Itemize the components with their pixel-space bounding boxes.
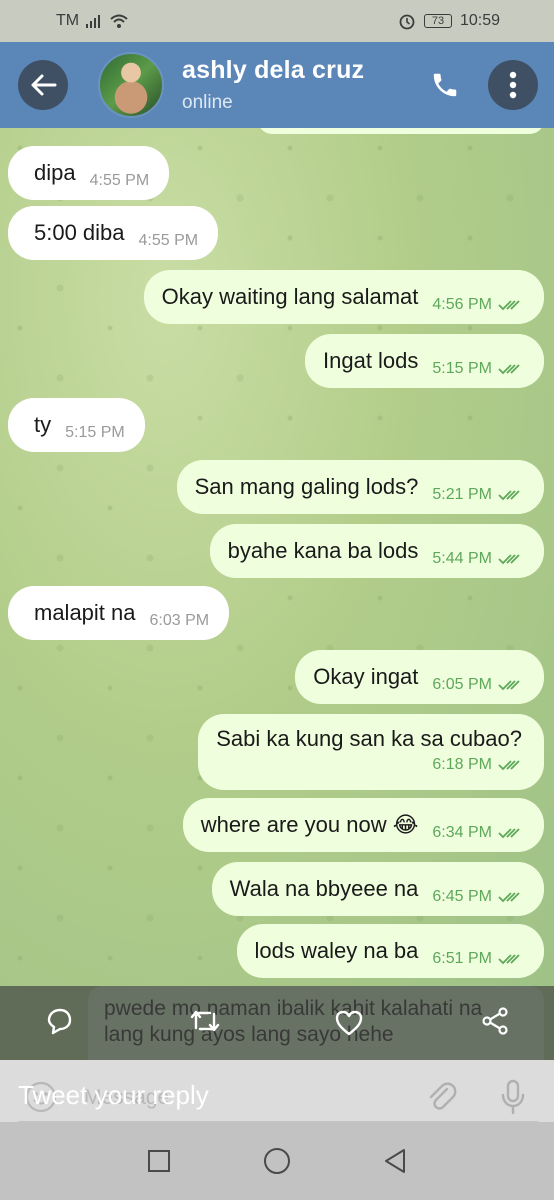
back-button[interactable] xyxy=(18,60,68,110)
more-vertical-icon xyxy=(509,71,517,99)
message-time: 5:44 PM xyxy=(432,550,492,567)
alarm-icon xyxy=(399,14,415,30)
message-list[interactable]: dipa 4:55 PM 5:00 diba 4:55 PM Okay wait… xyxy=(0,128,554,986)
contact-avatar[interactable] xyxy=(98,52,164,118)
message-text: malapit na xyxy=(34,600,136,625)
chat-header: ashly dela cruz online xyxy=(0,42,554,128)
status-left: TM xyxy=(56,12,129,30)
message-time: 5:15 PM xyxy=(65,424,125,441)
signal-icon xyxy=(86,15,101,28)
share-icon xyxy=(482,1007,508,1035)
message-text: Okay waiting lang salamat xyxy=(161,284,419,309)
square-icon xyxy=(148,1150,170,1172)
microphone-icon xyxy=(501,1079,525,1115)
double-check-icon xyxy=(498,490,520,501)
message-text: Ingat lods xyxy=(323,348,419,373)
message-bubble-outgoing[interactable]: Okay ingat 6:05 PM xyxy=(295,650,544,704)
message-time: 6:05 PM xyxy=(432,676,492,693)
status-right: 73 10:59 xyxy=(398,12,500,30)
message-time: 5:21 PM xyxy=(432,486,492,503)
message-time: 4:56 PM xyxy=(432,296,492,313)
message-text: where are you now 😂 xyxy=(200,812,419,837)
message-bubble-incoming[interactable]: malapit na 6:03 PM xyxy=(8,586,230,640)
triangle-back-icon xyxy=(385,1149,405,1173)
message-bubble-outgoing[interactable]: where are you now 😂 6:34 PM xyxy=(182,798,544,852)
message-text: San mang galing lods? xyxy=(194,474,419,499)
message-time: 4:55 PM xyxy=(138,232,199,249)
voice-button[interactable] xyxy=(496,1079,530,1115)
attach-button[interactable] xyxy=(424,1080,458,1114)
message-bubble-outgoing[interactable]: San mang galing lods? 5:21 PM xyxy=(176,460,544,514)
message-text: dipa xyxy=(34,160,76,185)
double-check-icon xyxy=(498,828,520,839)
message-time: 5:15 PM xyxy=(432,360,492,377)
previous-message-edge xyxy=(258,128,544,134)
message-bubble-outgoing[interactable]: Wala na bbyeee na 6:45 PM xyxy=(211,862,544,916)
clock: 10:59 xyxy=(459,12,500,29)
back-nav-button[interactable] xyxy=(378,1144,412,1178)
message-time: 6:18 PM xyxy=(432,756,492,773)
contact-name[interactable]: ashly dela cruz xyxy=(182,56,364,85)
double-check-icon xyxy=(498,554,520,565)
double-check-icon xyxy=(498,760,520,771)
message-bubble-outgoing[interactable]: byahe kana ba lods 5:44 PM xyxy=(209,524,544,578)
battery-indicator: 73 xyxy=(423,14,452,28)
paperclip-icon xyxy=(429,1082,457,1110)
message-time: 6:03 PM xyxy=(149,612,210,629)
like-button[interactable] xyxy=(332,1006,366,1040)
share-button[interactable] xyxy=(478,1004,512,1038)
message-text: Okay ingat xyxy=(313,664,419,689)
call-button[interactable] xyxy=(420,60,470,110)
retweet-icon xyxy=(190,1010,220,1032)
message-bubble-incoming[interactable]: dipa 4:55 PM xyxy=(8,146,170,200)
status-bar: TM 73 10:59 xyxy=(0,0,554,42)
message-text: Wala na bbyeee na xyxy=(229,876,419,901)
recents-button[interactable] xyxy=(142,1144,176,1178)
double-check-icon xyxy=(498,300,520,311)
message-bubble-outgoing[interactable]: Okay waiting lang salamat 4:56 PM xyxy=(143,270,544,324)
heart-icon xyxy=(335,1010,363,1036)
carrier-label: TM xyxy=(56,12,80,29)
message-time: 6:51 PM xyxy=(432,950,492,967)
home-button[interactable] xyxy=(260,1144,294,1178)
contact-status: online xyxy=(182,92,233,113)
message-bubble-incoming[interactable]: 5:00 diba 4:55 PM xyxy=(8,206,219,260)
message-bubble-outgoing[interactable]: lods waley na ba 6:51 PM xyxy=(236,924,544,978)
message-bubble-incoming[interactable]: ty 5:15 PM xyxy=(8,398,145,452)
navigation-bar xyxy=(0,1122,554,1200)
double-check-icon xyxy=(498,680,520,691)
phone-icon xyxy=(433,73,457,97)
comment-icon xyxy=(47,1008,72,1035)
message-text: Sabi ka kung san ka sa cubao? xyxy=(216,726,522,751)
double-check-icon xyxy=(498,954,520,965)
reply-button[interactable] xyxy=(42,1004,76,1038)
message-time: 4:55 PM xyxy=(89,172,150,189)
message-time: 6:45 PM xyxy=(432,888,492,905)
more-options-button[interactable] xyxy=(488,60,538,110)
message-text: lods waley na ba xyxy=(254,938,419,963)
message-time: 6:34 PM xyxy=(432,824,492,841)
partial-message-text: pwede mo naman ibalik kahit kalahati na … xyxy=(104,997,483,1046)
tweet-reply-input[interactable]: Tweet your reply xyxy=(18,1080,209,1111)
message-bubble-outgoing[interactable]: Sabi ka kung san ka sa cubao? 6:18 PM xyxy=(198,714,544,790)
retweet-button[interactable] xyxy=(188,1004,222,1038)
double-check-icon xyxy=(498,892,520,903)
message-text: ty xyxy=(34,412,52,437)
arrow-left-icon xyxy=(31,74,57,96)
message-text: 5:00 diba xyxy=(34,220,125,245)
message-text: byahe kana ba lods xyxy=(227,538,419,563)
circle-icon xyxy=(264,1148,290,1174)
wifi-icon xyxy=(110,14,128,28)
double-check-icon xyxy=(498,364,520,375)
message-bubble-outgoing[interactable]: Ingat lods 5:15 PM xyxy=(305,334,544,388)
